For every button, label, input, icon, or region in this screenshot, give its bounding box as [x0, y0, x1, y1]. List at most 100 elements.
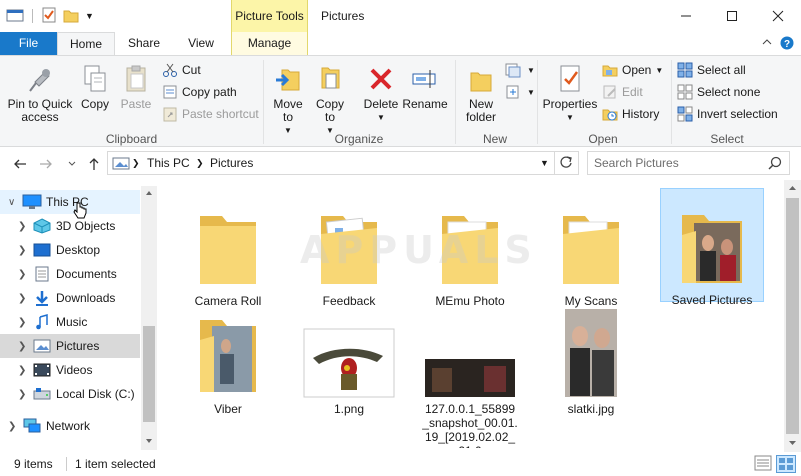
move-to-button[interactable]: Move to ▼ [268, 60, 308, 137]
sidebar-item-3d-objects[interactable]: ❯ 3D Objects [0, 214, 140, 238]
copy-button[interactable]: Copy [76, 60, 114, 111]
download-icon [32, 290, 52, 306]
select-all-button[interactable]: Select all [677, 60, 746, 80]
chevron-right-icon[interactable]: ❯ [8, 421, 22, 432]
paste-shortcut-button[interactable]: Paste shortcut [162, 104, 259, 124]
customize-qat-icon[interactable]: ▼ [85, 11, 94, 21]
maximize-button[interactable] [709, 0, 755, 32]
chevron-right-icon[interactable]: ❯ [18, 221, 32, 232]
organize-group-label: Organize [334, 132, 384, 146]
chevron-down-icon [68, 161, 76, 166]
tab-manage[interactable]: Manage [231, 32, 308, 55]
open-button[interactable]: Open ▼ [602, 60, 663, 80]
new-item-button[interactable]: ▼ [505, 60, 535, 80]
sidebar-item-local-disk[interactable]: ❯ Local Disk (C:) [0, 382, 140, 406]
refresh-button[interactable] [559, 155, 573, 172]
search-box[interactable] [587, 151, 790, 175]
paste-shortcut-icon [163, 107, 177, 122]
chevron-right-icon[interactable]: ❯ [18, 365, 32, 376]
music-icon [32, 314, 52, 330]
sidebar-item-documents[interactable]: ❯ Documents [0, 262, 140, 286]
desktop-icon [32, 242, 52, 258]
cut-button[interactable]: Cut [162, 60, 201, 80]
list-item-viber[interactable]: Viber [176, 316, 280, 416]
breadcrumb-this-pc[interactable]: This PC [147, 156, 190, 170]
delete-button[interactable]: Delete ▼ [360, 60, 402, 124]
tab-file[interactable]: File [0, 32, 57, 55]
chevron-right-icon[interactable]: ❯ [18, 317, 32, 328]
minimize-button[interactable] [663, 0, 709, 32]
tab-share[interactable]: Share [117, 32, 171, 55]
properties-icon [560, 65, 580, 92]
navigation-pane-scrollbar[interactable] [141, 186, 157, 450]
sidebar-item-network[interactable]: ❯ Network [0, 414, 140, 438]
copy-path-button[interactable]: Copy path [162, 82, 237, 102]
list-item-snapshot[interactable]: 127.0.0.1_55899_snapshot_00.01.19_[2019.… [418, 316, 522, 448]
large-icons-view-button[interactable] [776, 455, 796, 476]
sidebar-item-label: Desktop [56, 243, 101, 257]
copy-to-button[interactable]: Copy to ▼ [310, 60, 350, 137]
scroll-down-icon[interactable] [145, 438, 153, 444]
rename-button[interactable]: Rename [402, 60, 448, 111]
chevron-right-icon[interactable]: ❯ [18, 245, 32, 256]
chevron-expanded-icon[interactable]: ∨ [8, 197, 22, 208]
sidebar-item-downloads[interactable]: ❯ Downloads [0, 286, 140, 310]
image-thumbnail-icon [425, 359, 515, 397]
up-button[interactable] [84, 154, 104, 174]
breadcrumb-pictures[interactable]: Pictures [210, 156, 253, 170]
video-icon [32, 362, 52, 378]
search-icon[interactable] [768, 156, 782, 170]
navigation-pane: ∨ This PC ❯ 3D Objects ❯ Desktop ❯ Docum… [0, 186, 155, 450]
collapse-ribbon-icon[interactable] [762, 36, 772, 50]
properties-button[interactable]: Properties ▼ [541, 60, 599, 124]
search-input[interactable] [594, 155, 764, 171]
chevron-right-icon[interactable]: ❯ [18, 293, 32, 304]
list-item-camera-roll[interactable]: Camera Roll [176, 190, 280, 308]
tab-home[interactable]: Home [57, 32, 115, 56]
pin-to-quick-access-button[interactable]: Pin to Quick access [4, 60, 76, 124]
select-none-button[interactable]: Select none [677, 82, 760, 102]
close-button[interactable] [755, 0, 801, 32]
details-view-button[interactable] [754, 455, 772, 474]
content-scrollbar[interactable] [784, 180, 801, 452]
sidebar-item-this-pc[interactable]: ∨ This PC [0, 190, 140, 214]
history-button[interactable]: History [602, 104, 659, 124]
scroll-up-icon[interactable] [145, 190, 153, 196]
image-thumbnail-icon [303, 328, 395, 398]
recent-locations-button[interactable] [62, 154, 82, 174]
new-folder-button[interactable]: New folder [460, 60, 502, 124]
sidebar-item-pictures[interactable]: ❯ Pictures [0, 334, 140, 358]
back-button[interactable] [10, 154, 30, 174]
list-item-1-png[interactable]: 1.png [297, 316, 401, 416]
address-dropdown-button[interactable]: ▼ [540, 158, 549, 168]
tab-view[interactable]: View [173, 32, 229, 55]
scrollbar-thumb[interactable] [786, 198, 799, 434]
list-item-slatki-jpg[interactable]: slatki.jpg [539, 306, 643, 416]
watermark: APPUALS [300, 228, 538, 272]
sidebar-item-videos[interactable]: ❯ Videos [0, 358, 140, 382]
easy-access-button[interactable]: ▼ [505, 82, 535, 102]
list-item-my-scans[interactable]: My Scans [539, 190, 643, 308]
properties-qat-icon[interactable] [41, 7, 57, 26]
help-icon[interactable]: ? [780, 36, 794, 53]
edit-button[interactable]: Edit [602, 82, 643, 102]
new-folder-qat-icon[interactable] [63, 7, 79, 26]
file-name: Feedback [322, 294, 376, 308]
chevron-right-icon[interactable]: ❯ [18, 341, 32, 352]
paste-button[interactable]: Paste [116, 60, 156, 111]
scroll-down-icon[interactable] [788, 440, 797, 446]
svg-text:?: ? [784, 39, 790, 50]
sidebar-item-music[interactable]: ❯ Music [0, 310, 140, 334]
scroll-up-icon[interactable] [788, 185, 797, 191]
chevron-right-icon[interactable]: ❯ [18, 269, 32, 280]
invert-selection-button[interactable]: Invert selection [677, 104, 778, 124]
address-bar[interactable]: ❯ This PC ❯ Pictures ▼ [107, 151, 579, 175]
window-icon[interactable] [6, 8, 24, 25]
scrollbar-thumb[interactable] [143, 326, 155, 422]
sidebar-item-desktop[interactable]: ❯ Desktop [0, 238, 140, 262]
sidebar-item-label: Local Disk (C:) [56, 387, 135, 401]
list-item-saved-pictures[interactable]: Saved Pictures [660, 188, 764, 307]
quick-access-toolbar: ▼ [6, 6, 94, 26]
chevron-right-icon[interactable]: ❯ [18, 389, 32, 400]
forward-button[interactable] [36, 154, 56, 174]
